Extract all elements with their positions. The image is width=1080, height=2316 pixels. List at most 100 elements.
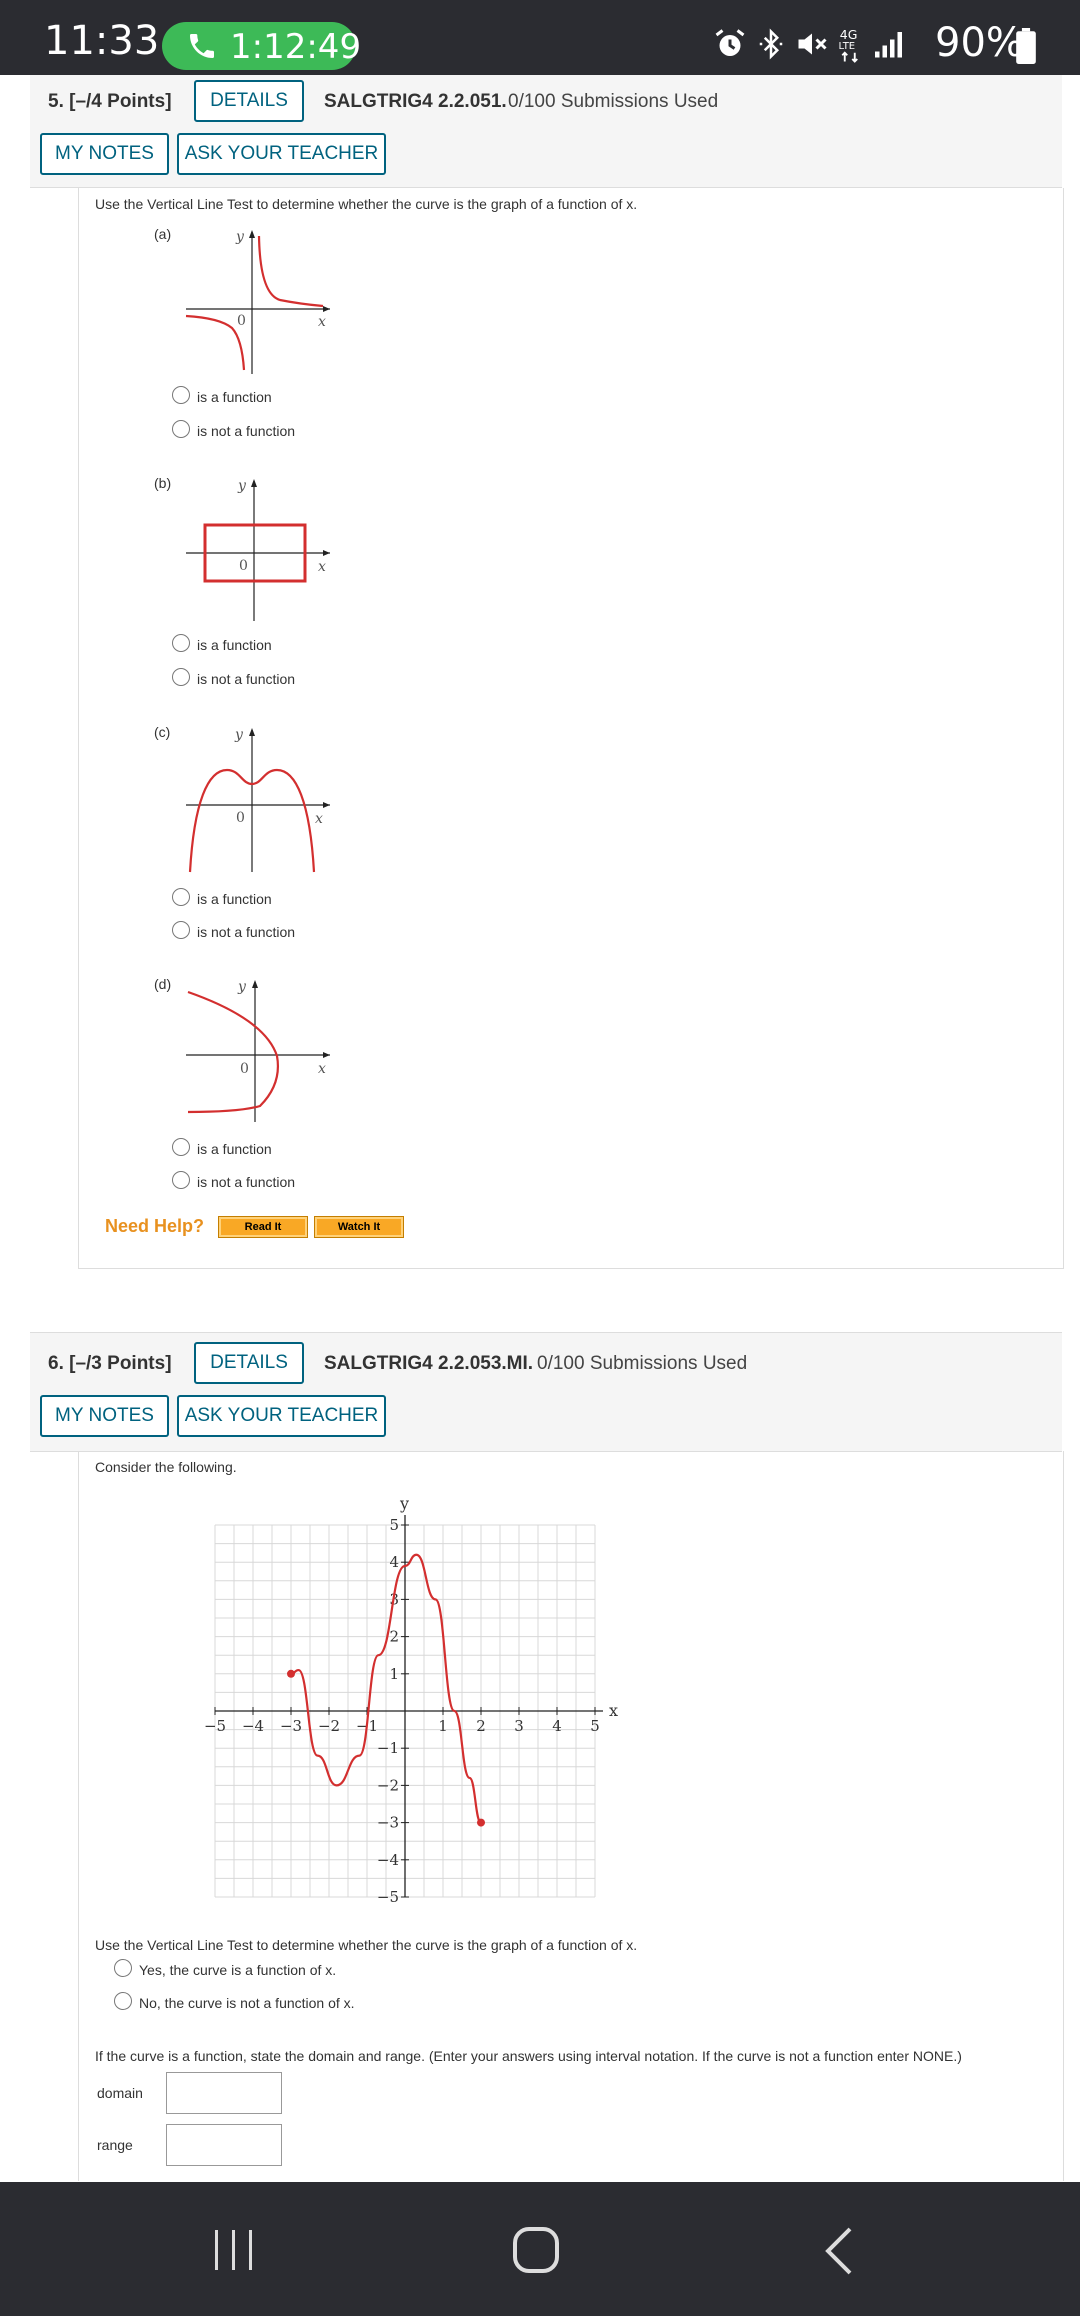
call-timer-pill[interactable]: 1:12:49 — [162, 22, 361, 70]
submissions-used: 0/100 Submissions Used — [537, 1353, 748, 1374]
question-title: 6. [–/3 Points] — [48, 1353, 172, 1374]
radio-a-is-function[interactable] — [172, 386, 190, 404]
battery-icon — [1016, 28, 1036, 64]
question-instruction: Use the Vertical Line Test to determine … — [95, 1937, 638, 1953]
radio-no-function[interactable] — [114, 1992, 132, 2010]
back-icon[interactable] — [820, 2226, 860, 2276]
graph-b: y x 0 — [186, 478, 330, 621]
option-label: is a function — [197, 637, 272, 653]
details-button[interactable]: DETAILS — [194, 80, 304, 122]
option-label: Yes, the curve is a function of x. — [139, 1962, 337, 1978]
need-help-label: Need Help? — [105, 1216, 205, 1236]
y-tick-label: −1 — [377, 1739, 399, 1757]
endpoint-dot — [477, 1818, 485, 1827]
x-tick-label: 5 — [590, 1717, 600, 1735]
y-tick-label: 5 — [389, 1516, 399, 1534]
radio-d-not-function[interactable] — [172, 1171, 190, 1189]
svg-text:x: x — [318, 559, 326, 575]
part-c-label: (c) — [154, 724, 171, 740]
question-code: SALGTRIG4 2.2.053.MI. — [324, 1353, 534, 1374]
question-intro: Consider the following. — [95, 1459, 237, 1475]
x-tick-label: 3 — [514, 1717, 524, 1735]
option-label: is not a function — [197, 924, 296, 940]
svg-text:LTE: LTE — [839, 41, 856, 52]
domain-label: domain — [97, 2085, 143, 2101]
submissions-used: 0/100 Submissions Used — [508, 91, 719, 112]
question-instruction: Use the Vertical Line Test to determine … — [95, 196, 638, 212]
y-axis-label: y — [399, 1494, 409, 1513]
x-tick-label: −5 — [204, 1717, 226, 1735]
radio-c-is-function[interactable] — [172, 888, 190, 906]
endpoint-dot — [287, 1669, 295, 1678]
alarm-icon — [715, 29, 745, 56]
x-tick-label: −4 — [242, 1717, 264, 1735]
y-axis-label: y — [235, 229, 245, 245]
bluetooth-icon — [759, 28, 783, 60]
graph-c: y x 0 — [186, 727, 330, 873]
question-code: SALGTRIG4 2.2.051. — [324, 91, 507, 112]
range-input[interactable] — [166, 2124, 282, 2166]
svg-text:x: x — [315, 811, 323, 827]
radio-d-is-function[interactable] — [172, 1138, 190, 1156]
svg-text:4G: 4G — [840, 27, 858, 42]
option-label: is a function — [197, 1141, 272, 1157]
mute-icon — [798, 33, 827, 55]
svg-text:y: y — [237, 979, 247, 995]
svg-text:0: 0 — [236, 810, 245, 826]
svg-text:y: y — [237, 478, 247, 494]
details-button[interactable]: DETAILS — [194, 1342, 304, 1384]
status-time: 11:33 — [44, 18, 160, 64]
phone-icon — [190, 34, 214, 58]
function-chart: xy−5 −4 −3 −2 −1 1 2 3 4 554321−1−2−3−4−5 — [204, 1494, 618, 1906]
x-tick-label: −2 — [318, 1717, 340, 1735]
radio-b-is-function[interactable] — [172, 634, 190, 652]
4g-lte-icon: 4GLTE — [839, 27, 858, 63]
x-tick-label: −3 — [280, 1717, 302, 1735]
svg-text:y: y — [234, 727, 244, 743]
graph-a: y x 0 — [185, 229, 330, 374]
navigation-bar — [0, 2182, 1080, 2316]
origin-label: 0 — [237, 313, 246, 329]
battery-percent: 90% — [935, 20, 1024, 66]
option-label: is not a function — [197, 423, 296, 439]
recent-apps-icon[interactable] — [212, 2228, 256, 2272]
ask-your-teacher-button[interactable]: ASK YOUR TEACHER — [177, 1395, 386, 1437]
x-axis-label: x — [609, 1701, 618, 1720]
ask-your-teacher-button[interactable]: ASK YOUR TEACHER — [177, 133, 386, 175]
y-tick-label: 1 — [389, 1665, 399, 1683]
y-tick-label: 2 — [389, 1628, 399, 1646]
radio-yes-function[interactable] — [114, 1959, 132, 1977]
y-tick-label: −2 — [377, 1776, 399, 1794]
radio-a-not-function[interactable] — [172, 420, 190, 438]
part-a-label: (a) — [154, 226, 172, 242]
x-tick-label: 1 — [438, 1717, 448, 1735]
option-label: No, the curve is not a function of x. — [139, 1995, 355, 2011]
option-label: is a function — [197, 891, 272, 907]
x-tick-label: 4 — [552, 1717, 562, 1735]
radio-c-not-function[interactable] — [172, 921, 190, 939]
graph-d: y x 0 — [186, 979, 330, 1122]
call-timer: 1:12:49 — [230, 27, 362, 67]
status-bar: 11:33 1:12:49 4G LTE 90% — [0, 0, 1080, 75]
svg-text:x: x — [318, 1061, 326, 1077]
domain-range-instruction: If the curve is a function, state the do… — [95, 2048, 962, 2064]
home-icon[interactable] — [512, 2226, 560, 2274]
y-tick-label: −5 — [377, 1888, 399, 1906]
question-6-header: 6. [–/3 Points] DETAILS SALGTRIG4 2.2.05… — [30, 1332, 1062, 1452]
svg-text:0: 0 — [239, 558, 248, 574]
y-tick-label: 4 — [389, 1553, 399, 1571]
domain-input[interactable] — [166, 2072, 282, 2114]
watch-it-button[interactable]: Watch It — [314, 1216, 404, 1238]
my-notes-button[interactable]: MY NOTES — [40, 1395, 169, 1437]
x-tick-label: 2 — [476, 1717, 486, 1735]
y-tick-label: −4 — [377, 1851, 399, 1869]
y-tick-label: −3 — [377, 1814, 399, 1832]
range-label: range — [97, 2137, 133, 2153]
part-d-label: (d) — [154, 976, 172, 992]
option-label: is a function — [197, 389, 272, 405]
read-it-button[interactable]: Read It — [218, 1216, 308, 1238]
radio-b-not-function[interactable] — [172, 668, 190, 686]
option-label: is not a function — [197, 1174, 296, 1190]
question-5-header: 5. [–/4 Points] DETAILS SALGTRIG4 2.2.05… — [30, 75, 1062, 188]
my-notes-button[interactable]: MY NOTES — [40, 133, 169, 175]
